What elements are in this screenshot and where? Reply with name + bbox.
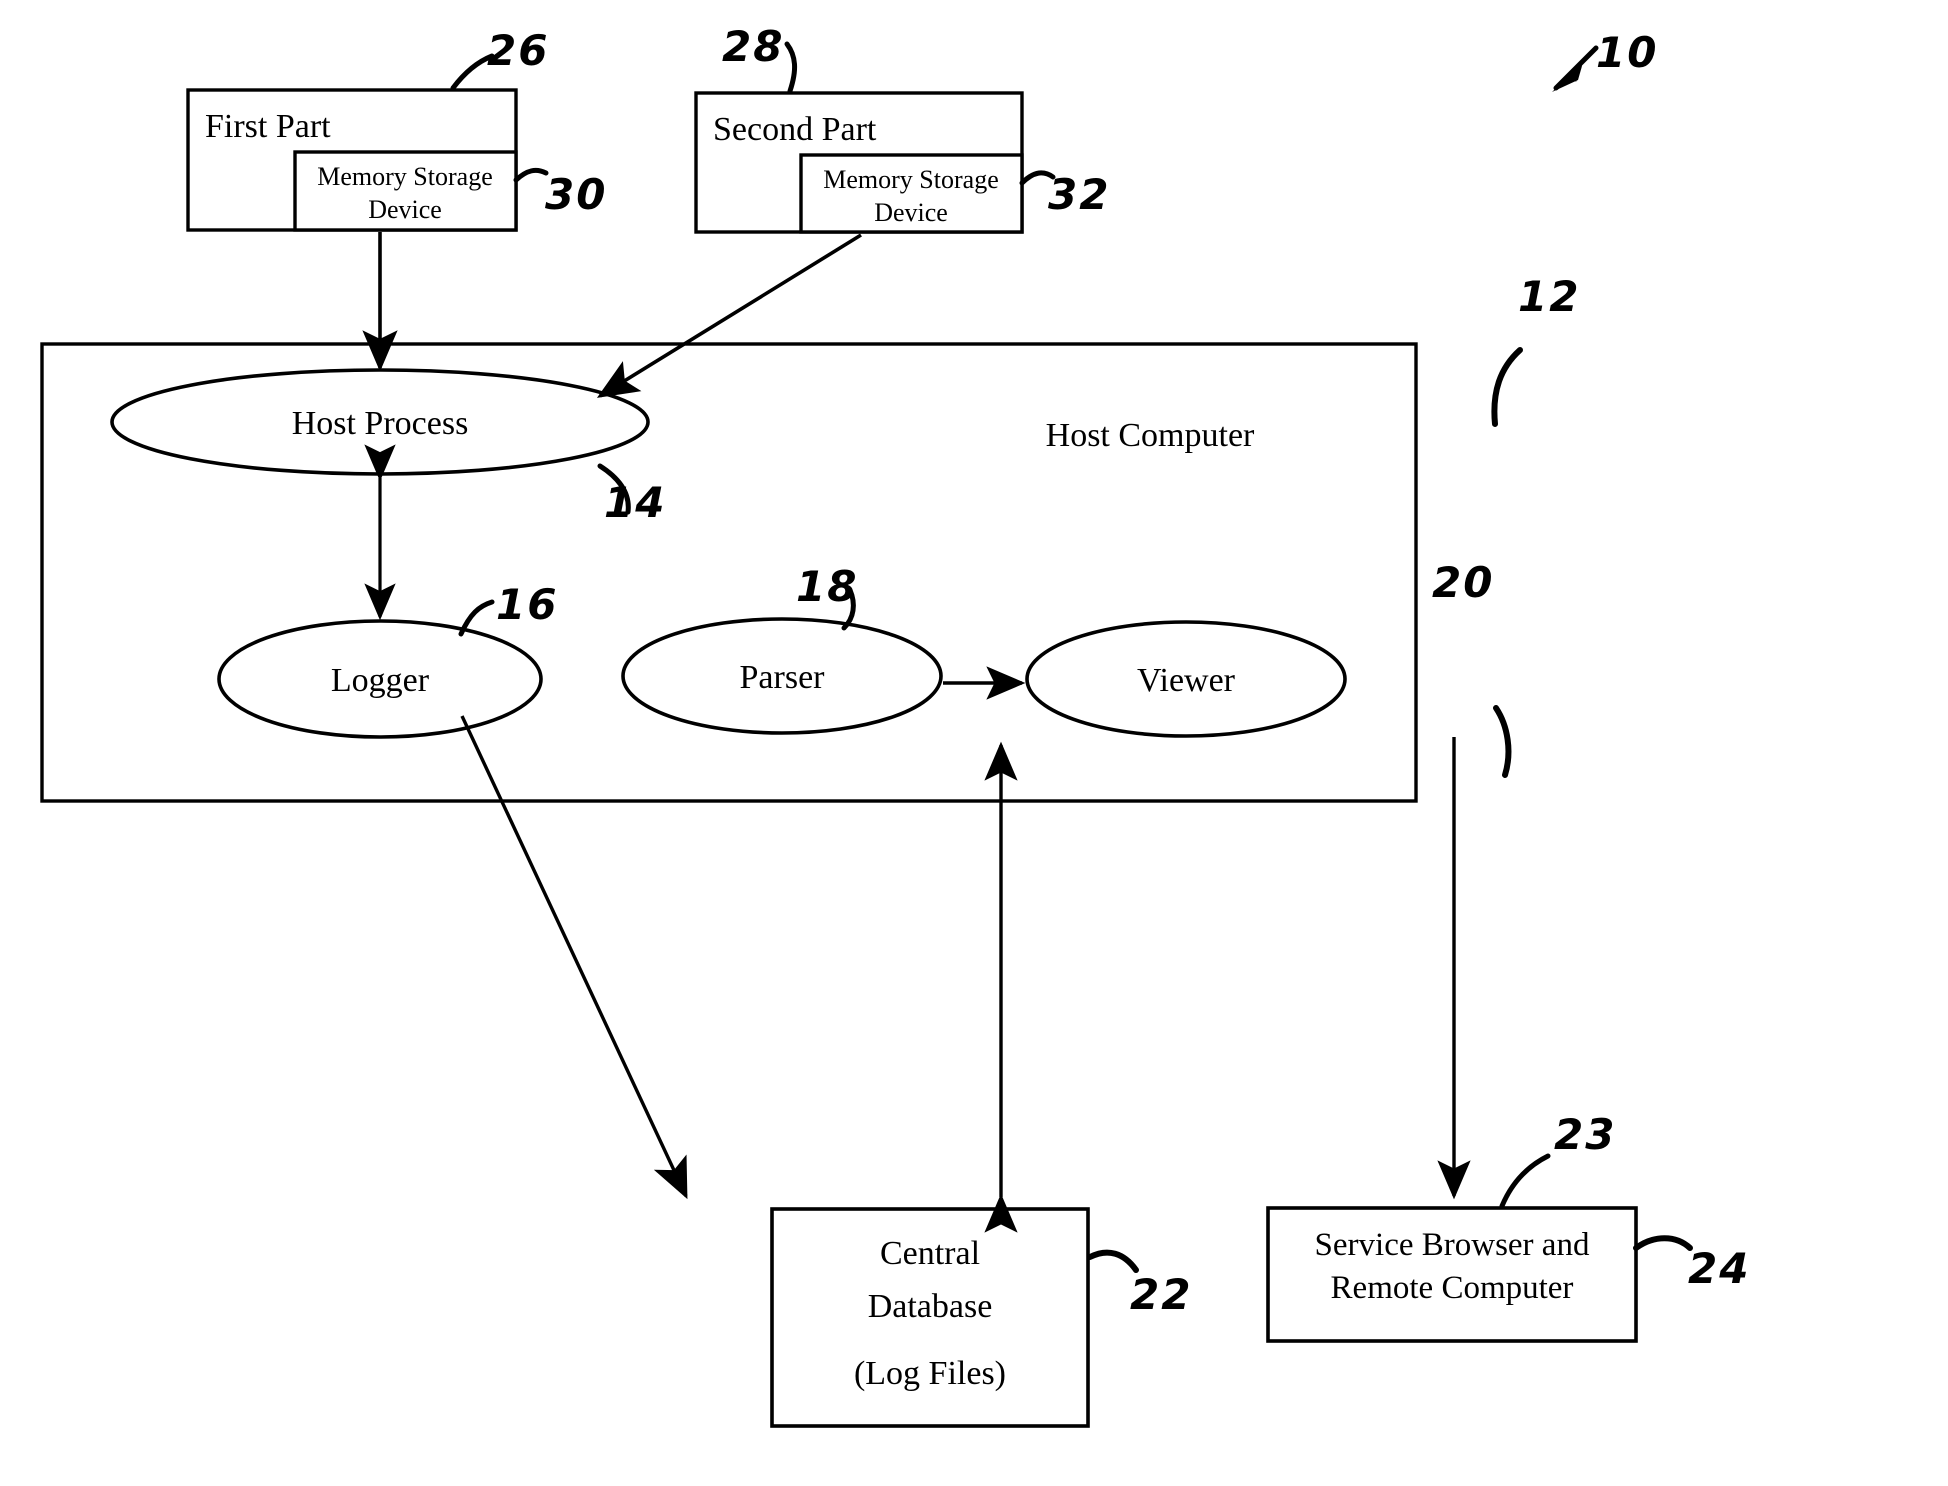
host-computer-title: Host Computer: [1045, 417, 1255, 454]
ref-numeral-28: 28: [722, 22, 785, 71]
ref-numeral-14: 14: [604, 478, 667, 527]
leader-20: [1493, 705, 1512, 778]
ref-numeral-16: 16: [496, 580, 559, 629]
first-part-title: First Part: [205, 108, 331, 145]
ref-numeral-30: 30: [545, 170, 608, 219]
ref-numeral-24: 24: [1688, 1244, 1751, 1293]
ref-numeral-23: 23: [1554, 1110, 1617, 1159]
ref-numeral-22: 22: [1130, 1270, 1193, 1319]
central-database-subtitle: (Log Files): [853, 1355, 1007, 1392]
host-process-label: Host Process: [291, 405, 469, 442]
logger-label: Logger: [330, 662, 430, 699]
ref-numeral-20: 20: [1432, 558, 1495, 607]
ref-numeral-12: 12: [1518, 272, 1581, 321]
leader-24: [1633, 1235, 1693, 1251]
central-database-title: Central Database: [867, 1235, 993, 1325]
leader-10: [1552, 45, 1599, 92]
ref-numeral-10: 10: [1596, 28, 1659, 77]
parser-label: Parser: [739, 659, 825, 696]
first-part-memory-storage-label: Memory Storage Device: [317, 162, 493, 225]
leader-30: [513, 167, 549, 183]
viewer-label: Viewer: [1136, 662, 1235, 699]
leader-23: [1499, 1153, 1551, 1209]
ref-numeral-18: 18: [796, 562, 859, 611]
service-browser-title: Service Browser and Remote Computer: [1314, 1227, 1590, 1306]
patent-figure: First Part Memory Storage Device Second …: [0, 0, 1948, 1486]
leader-28: [784, 41, 797, 94]
ref-numeral-26: 26: [487, 26, 550, 75]
second-part-title: Second Part: [713, 111, 877, 148]
second-part-memory-storage-label: Memory Storage Device: [823, 165, 999, 228]
leader-12: [1491, 347, 1523, 427]
leader-22: [1087, 1249, 1139, 1273]
ref-numeral-32: 32: [1048, 170, 1111, 219]
